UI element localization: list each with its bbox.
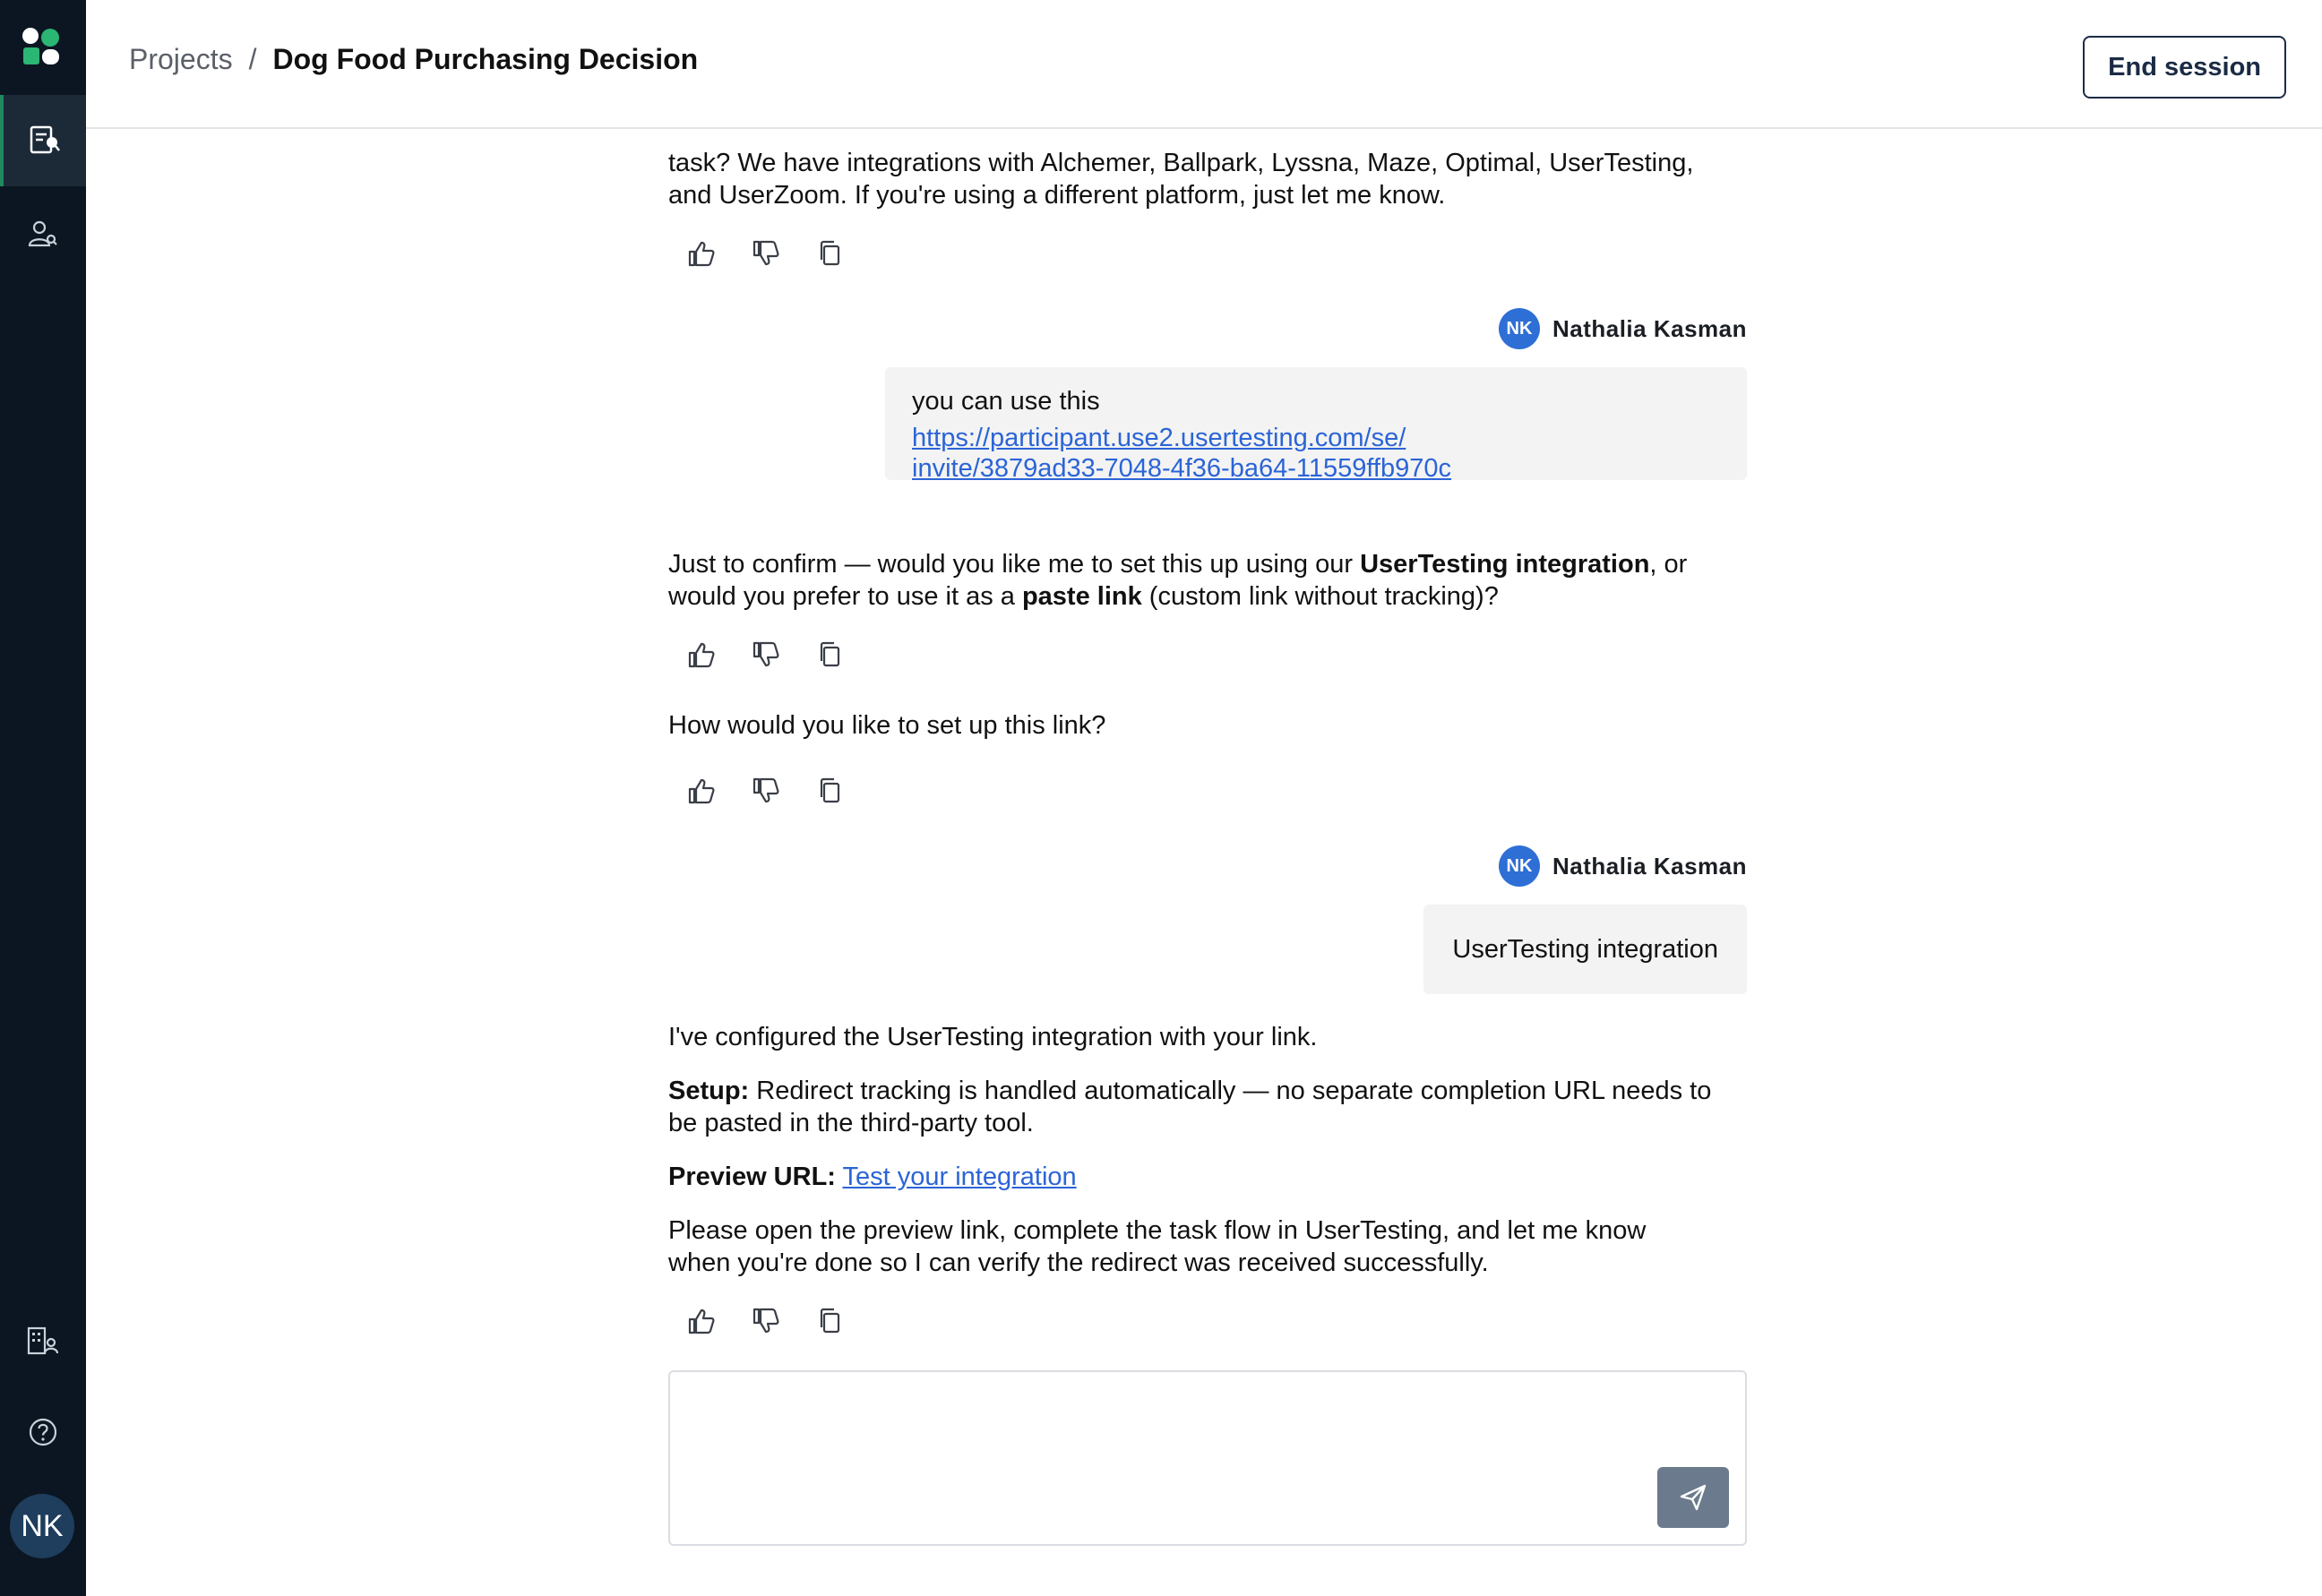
participants-icon [28,220,57,247]
user-message-text: UserTesting integration [1452,935,1718,964]
breadcrumb: Projects / Dog Food Purchasing Decision [129,43,698,76]
copy-icon[interactable] [815,1306,846,1336]
thumbs-down-icon[interactable] [751,776,781,806]
user-avatar[interactable]: NK [10,1494,74,1558]
message-actions [686,1306,846,1336]
thumbs-down-icon[interactable] [751,639,781,670]
sidebar-item-help[interactable] [0,1386,86,1478]
message-bold: paste link [1021,582,1142,611]
message-text: Just to confirm — would you like me to s… [668,550,1361,579]
app-logo[interactable] [22,27,61,66]
chat-thread: task? We have integrations with Alchemer… [668,129,1747,1596]
message-text: when you're done so I can verify the red… [668,1248,1489,1277]
copy-icon[interactable] [815,238,846,269]
assistant-message: task? We have integrations with Alchemer… [668,147,1747,211]
copy-icon[interactable] [815,776,846,806]
preview-paragraph: Preview URL: Test your integration [668,1161,1747,1193]
invite-link-line: https://participant.use2.usertesting.com… [912,424,1406,452]
copy-icon[interactable] [815,639,846,670]
message-actions [686,776,846,806]
organization-icon [27,1326,59,1355]
page-header: Projects / Dog Food Purchasing Decision … [86,0,2322,129]
user-avatar: NK [1498,845,1540,887]
assistant-message: How would you like to set up this link? [668,711,1106,740]
message-text: Redirect tracking is handled automatical… [749,1077,1712,1105]
send-button[interactable] [1657,1467,1729,1528]
send-icon [1680,1484,1707,1511]
end-session-button[interactable]: End session [2083,36,2286,99]
preview-label: Preview URL: [668,1163,836,1191]
user-message-header: NK Nathalia Kasman [1498,308,1747,349]
message-text: be pasted in the third-party tool. [668,1109,1034,1137]
thumbs-down-icon[interactable] [751,238,781,269]
breadcrumb-separator: / [248,43,257,75]
user-name: Nathalia Kasman [1552,314,1747,342]
thumbs-up-icon[interactable] [686,639,717,670]
user-message-bubble: you can use this https://participant.use… [885,367,1747,483]
message-text: I've configured the UserTesting integrat… [668,1023,1318,1051]
thumbs-up-icon[interactable] [686,1306,717,1336]
message-input[interactable] [668,1370,1747,1546]
setup-paragraph: Setup: Redirect tracking is handled auto… [668,1075,1747,1107]
invite-link[interactable]: https://participant.use2.usertesting.com… [912,423,1720,484]
message-text: would you prefer to use it as a [668,582,1022,611]
message-line: and UserZoom. If you're using a differen… [668,181,1446,210]
user-message-text: you can use this [912,387,1100,416]
breadcrumb-projects-link[interactable]: Projects [129,43,233,76]
message-text: Please open the preview link, complete t… [668,1216,1647,1245]
thumbs-up-icon[interactable] [686,776,717,806]
sidebar: NK [0,0,86,1596]
setup-label: Setup: [668,1077,750,1105]
message-line: task? We have integrations with Alchemer… [668,149,1694,177]
assistant-message: Just to confirm — would you like me to s… [668,548,1747,613]
thumbs-down-icon[interactable] [751,1306,781,1336]
page-title: Dog Food Purchasing Decision [272,43,699,75]
message-bold: UserTesting integration [1360,550,1650,579]
user-avatar: NK [1498,308,1540,349]
user-message-header: NK Nathalia Kasman [1498,845,1747,887]
message-text: (custom link without tracking)? [1141,582,1499,611]
assistant-message: I've configured the UserTesting integrat… [668,1021,1747,1279]
sidebar-item-participants[interactable] [0,188,86,279]
invite-link-line: invite/3879ad33-7048-4f36-ba64-11559ffb9… [912,454,1451,483]
help-icon [29,1418,57,1446]
message-text: , or [1649,550,1688,579]
sidebar-item-organization[interactable] [0,1295,86,1386]
sidebar-item-studies[interactable] [0,95,86,186]
thumbs-up-icon[interactable] [686,238,717,269]
user-message-bubble: UserTesting integration [1423,905,1747,994]
test-integration-link[interactable]: Test your integration [843,1163,1077,1191]
user-name: Nathalia Kasman [1552,852,1747,880]
message-actions [686,639,846,670]
studies-icon [30,125,60,154]
message-actions [686,238,846,269]
